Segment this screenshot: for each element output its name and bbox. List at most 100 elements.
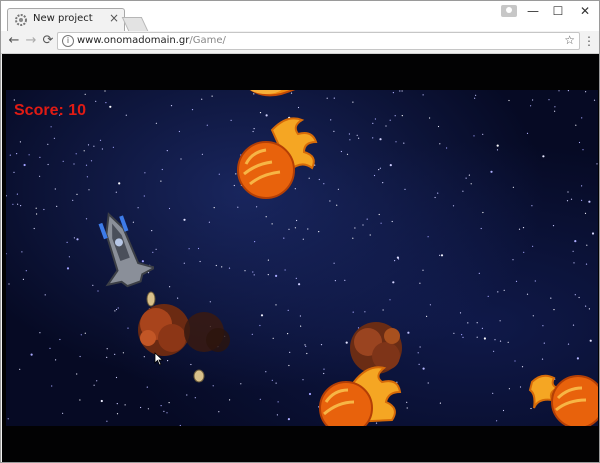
star	[19, 368, 21, 370]
star	[439, 254, 441, 256]
bookmark-star-icon[interactable]: ☆	[564, 33, 575, 47]
star	[53, 137, 56, 139]
star	[395, 141, 397, 143]
star	[166, 412, 168, 414]
star	[100, 399, 103, 403]
spaceship-icon[interactable]	[88, 208, 154, 288]
star	[201, 153, 203, 155]
star	[337, 188, 339, 190]
game-canvas[interactable]: Score: 10	[6, 90, 598, 426]
star	[88, 189, 90, 191]
star	[419, 282, 421, 284]
star	[548, 99, 550, 101]
star	[16, 153, 18, 155]
back-button[interactable]: ←	[6, 33, 22, 48]
star	[30, 353, 33, 356]
star	[267, 274, 269, 276]
star	[422, 269, 424, 271]
star	[418, 363, 420, 365]
star	[473, 135, 475, 137]
browser-menu-button[interactable]: ⋮	[583, 34, 595, 48]
star	[497, 291, 499, 293]
star	[382, 182, 384, 184]
star	[585, 91, 587, 93]
new-tab-button[interactable]	[121, 17, 149, 31]
star	[251, 333, 253, 335]
star	[199, 260, 201, 263]
star	[259, 324, 261, 327]
game-viewport[interactable]: Score: 10	[2, 54, 599, 462]
star	[340, 150, 342, 153]
star	[125, 114, 127, 116]
star	[183, 262, 185, 264]
url-path: /Game/	[189, 35, 226, 46]
missile-icon	[193, 369, 205, 383]
star	[389, 164, 392, 167]
star	[369, 234, 371, 236]
maximize-button[interactable]: ☐	[547, 4, 569, 18]
star	[118, 182, 121, 185]
star	[427, 236, 429, 238]
star	[83, 150, 85, 152]
star	[21, 251, 23, 253]
star	[116, 403, 118, 405]
star	[116, 413, 119, 415]
star	[66, 241, 68, 243]
star	[550, 297, 552, 299]
score-display: Score: 10	[14, 102, 87, 119]
profile-icon[interactable]	[501, 5, 517, 17]
star	[567, 191, 569, 193]
reload-button[interactable]: ⟳	[40, 33, 56, 48]
close-window-button[interactable]: ✕	[574, 4, 596, 18]
star	[398, 258, 400, 260]
info-icon[interactable]: i	[62, 35, 74, 47]
star	[218, 173, 220, 175]
star	[523, 251, 525, 253]
star	[298, 283, 301, 286]
star	[512, 259, 514, 261]
star	[389, 119, 391, 121]
address-bar[interactable]: i www.onomadomain.gr/Game/ ☆	[57, 32, 580, 50]
star	[114, 310, 116, 312]
star	[429, 117, 431, 119]
star	[318, 231, 320, 233]
star	[572, 250, 574, 252]
star	[252, 271, 254, 273]
star	[85, 164, 88, 166]
star	[73, 163, 75, 165]
star	[201, 98, 203, 100]
star	[366, 218, 368, 220]
star	[50, 126, 52, 128]
star	[552, 225, 555, 227]
minimize-button[interactable]: —	[522, 4, 544, 18]
star	[588, 308, 591, 310]
star	[483, 337, 486, 340]
forward-button[interactable]: →	[23, 33, 39, 48]
meteor-icon	[319, 366, 402, 426]
star	[374, 118, 376, 120]
star	[499, 320, 501, 322]
star	[265, 371, 267, 373]
star	[146, 386, 148, 388]
tab-strip: New project × — ☐ ✕	[1, 1, 599, 31]
star	[302, 238, 304, 240]
star	[396, 256, 399, 259]
star	[308, 392, 312, 396]
star	[480, 227, 482, 230]
star	[288, 228, 290, 230]
star	[39, 175, 41, 177]
star	[591, 232, 595, 235]
star	[364, 311, 366, 313]
star	[265, 216, 267, 218]
star	[439, 402, 441, 404]
star	[75, 153, 77, 155]
star	[496, 144, 499, 147]
star	[115, 376, 118, 379]
star	[191, 109, 194, 111]
tab-close-button[interactable]: ×	[109, 11, 119, 25]
star	[334, 280, 336, 282]
star	[305, 345, 307, 347]
tab-new-project[interactable]: New project ×	[7, 8, 125, 31]
star	[401, 90, 403, 92]
star	[59, 338, 61, 341]
